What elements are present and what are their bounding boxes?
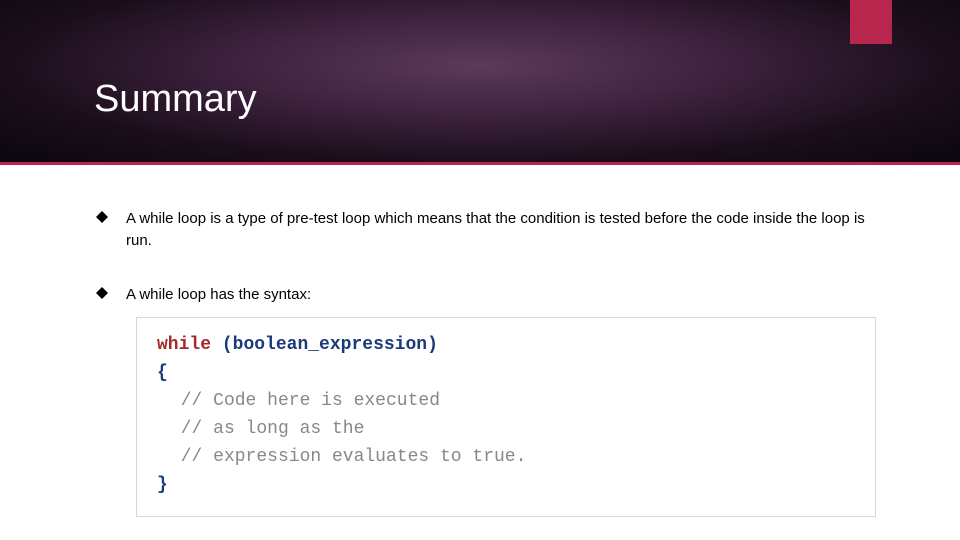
slide-header: Summary: [0, 0, 960, 164]
slide-title: Summary: [94, 78, 257, 121]
code-comment: // as long as the: [181, 419, 365, 439]
bullet-text: A while loop is a type of pre-test loop …: [126, 208, 890, 252]
code-brace-close: }: [157, 475, 168, 495]
code-line: }: [157, 472, 855, 500]
code-comment: // expression evaluates to true.: [181, 447, 527, 467]
code-line: // Code here is executed: [157, 388, 855, 416]
code-identifier: boolean_expression: [233, 335, 427, 355]
code-line: // as long as the: [157, 416, 855, 444]
code-paren-close: ): [427, 335, 438, 355]
code-brace-open: {: [157, 363, 168, 383]
diamond-bullet-icon: [96, 287, 108, 299]
code-snippet: while (boolean_expression) { // Code her…: [136, 317, 876, 516]
bullet-text: A while loop has the syntax:: [126, 284, 311, 306]
bullet-item: A while loop has the syntax:: [96, 284, 890, 306]
accent-underline: [0, 162, 960, 165]
code-line: while (boolean_expression): [157, 332, 855, 360]
code-line: {: [157, 360, 855, 388]
accent-block: [850, 0, 892, 44]
code-keyword: while: [157, 335, 211, 355]
bullet-item: A while loop is a type of pre-test loop …: [96, 208, 890, 252]
slide-body: A while loop is a type of pre-test loop …: [0, 164, 960, 517]
code-line: // expression evaluates to true.: [157, 444, 855, 472]
code-comment: // Code here is executed: [181, 391, 440, 411]
diamond-bullet-icon: [96, 211, 108, 223]
code-paren-open: (: [222, 335, 233, 355]
